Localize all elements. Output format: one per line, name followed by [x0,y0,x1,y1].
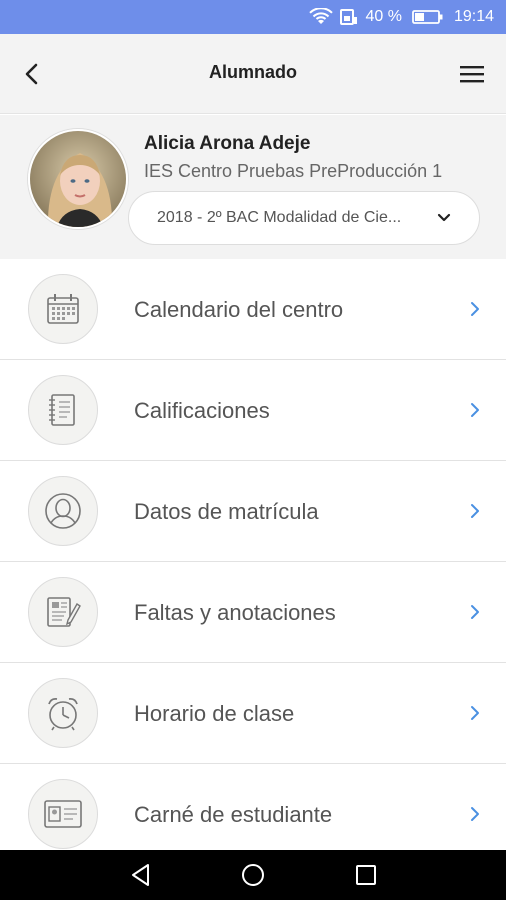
battery-percentage: 40 % [365,8,402,25]
student-name: Alicia Arona Adeje [144,133,311,154]
status-bar: 40 % 19:14 [0,0,506,34]
menu-item-label: Datos de matrícula [134,499,319,524]
nav-back-icon[interactable] [128,862,154,888]
school-name: IES Centro Pruebas PreProducción 1 [144,161,443,181]
wifi-icon [309,8,334,24]
menu-item-label: Calendario del centro [134,297,344,322]
chevron-right-icon [471,706,479,720]
menu-item-calificaciones[interactable]: Calificaciones [0,360,506,461]
clock: 19:14 [453,8,494,25]
menu-item-label: Carné de estudiante [134,802,333,827]
sim-icon [340,9,358,25]
menu-item-label: Horario de clase [134,701,295,726]
menu-item-label: Faltas y anotaciones [134,600,336,625]
avatar [28,129,128,229]
chevron-right-icon [471,302,479,316]
system-navigation-bar [0,850,506,900]
note-edit-icon [28,577,98,647]
calendar-icon [28,274,98,344]
menu-item-label: Calificaciones [134,398,270,423]
nav-recents-icon[interactable] [353,862,379,888]
menu-item-calendario[interactable]: Calendario del centro [0,259,506,360]
user-icon [28,476,98,546]
notebook-icon [28,375,98,445]
chevron-right-icon [471,807,479,821]
alarm-clock-icon [28,678,98,748]
student-photo [30,131,126,227]
nav-home-icon[interactable] [240,862,266,888]
page-title: Alumnado [209,62,297,82]
student-profile: Alicia Arona Adeje IES Centro Pruebas Pr… [0,115,506,259]
chevron-right-icon [471,403,479,417]
chevron-down-icon [437,213,451,222]
id-card-icon [28,779,98,849]
app-bar: Alumnado [0,34,506,114]
battery-icon [412,10,443,24]
course-dropdown[interactable]: 2018 - 2º BAC Modalidad de Cie... [128,191,480,245]
student-menu: Calendario del centro Calificaciones Dat… [0,259,506,865]
chevron-right-icon [471,605,479,619]
menu-item-faltas[interactable]: Faltas y anotaciones [0,562,506,663]
menu-item-datos-matricula[interactable]: Datos de matrícula [0,461,506,562]
course-dropdown-value: 2018 - 2º BAC Modalidad de Cie... [157,209,402,226]
chevron-right-icon [471,504,479,518]
menu-item-horario[interactable]: Horario de clase [0,663,506,764]
hamburger-menu-icon[interactable] [458,62,486,86]
